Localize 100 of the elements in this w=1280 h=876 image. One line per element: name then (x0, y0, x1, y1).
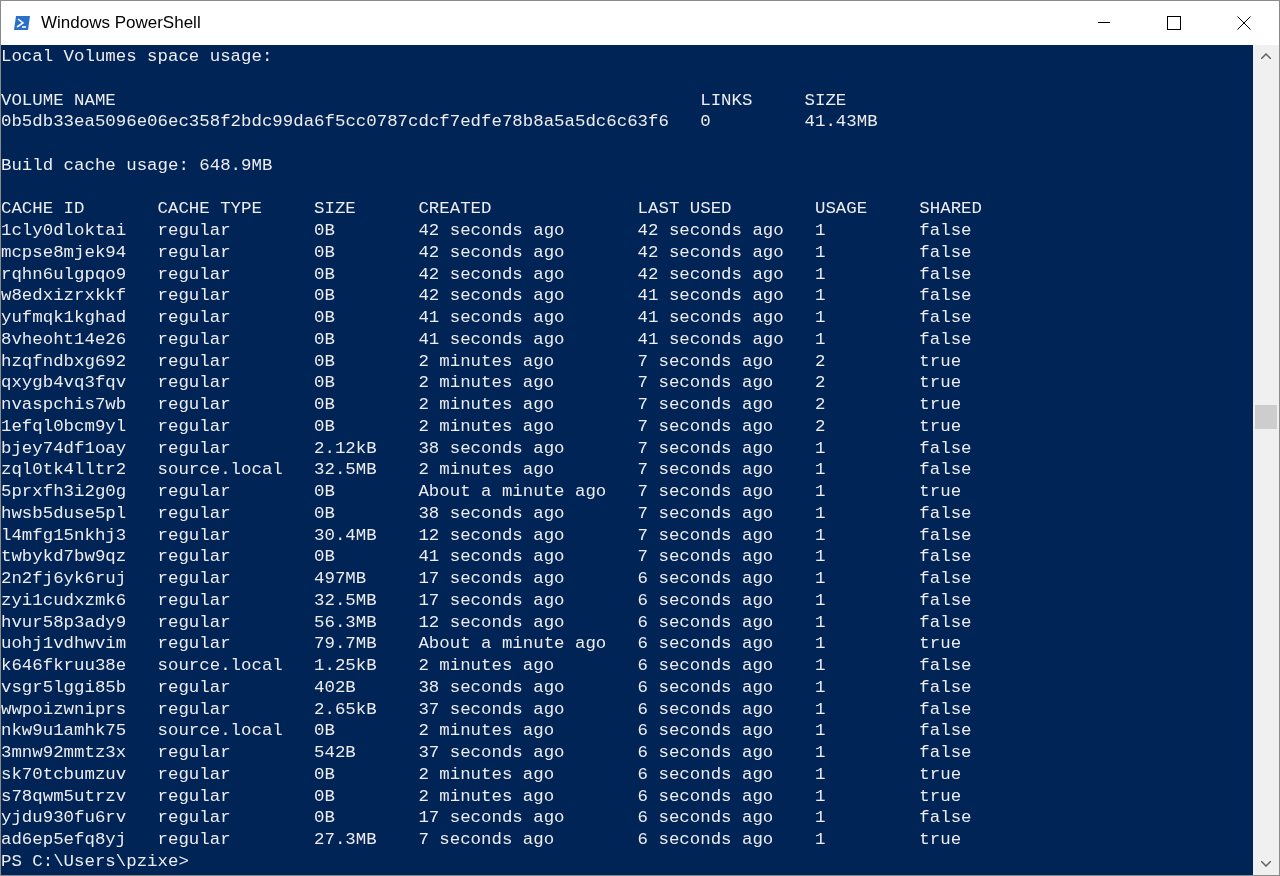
shared-cell-text: true (919, 785, 963, 808)
created-cell-text: 37 seconds ago (418, 742, 566, 764)
shared-cell-text: false (919, 568, 973, 590)
last-used-cell-text: 6 seconds ago (637, 676, 775, 699)
shared-cell-text: false (919, 241, 973, 264)
cache-type-cell-text: regular (157, 502, 232, 525)
last-used-cell-text: 7 seconds ago (637, 524, 775, 547)
size-cell-text: 2.12kB (314, 437, 378, 460)
size-cell-text: 56.3MB (314, 611, 378, 634)
created-cell-text: 42 seconds ago (418, 285, 566, 307)
volume-links-cell-text: 0 (700, 111, 712, 133)
size-cell-text: 0B (314, 546, 336, 568)
cache-type-cell-text: regular (157, 785, 232, 808)
usage-cell-text: 1 (815, 633, 827, 655)
shared-cell-text: false (919, 655, 973, 677)
cache-type-cell-text: regular (157, 263, 232, 286)
cache-id-cell-text: nvaspchis7wb (1, 394, 128, 416)
cache-type-cell-text: regular (157, 415, 232, 438)
usage-cell-text: 1 (815, 568, 827, 590)
size-cell-text: 0B (314, 720, 336, 742)
usage-cell-text: 1 (815, 829, 827, 851)
usage-cell-text: 1 (815, 720, 827, 742)
scrollbar-thumb[interactable] (1255, 405, 1277, 429)
size-cell-text: 0B (314, 263, 336, 286)
cache-type-cell-text: source.local (157, 655, 284, 677)
created-cell-text: 41 seconds ago (418, 328, 566, 351)
column-header: SIZE (314, 198, 357, 220)
shared-cell-text: false (919, 524, 973, 547)
volume-size-cell-text: 41.43MB (804, 111, 879, 133)
shared-cell-text: false (919, 720, 973, 742)
cache-id-cell-text: 5prxfh3i2g0g (1, 481, 128, 503)
scroll-up-icon[interactable] (1261, 53, 1271, 59)
usage-cell-text: 2 (815, 415, 827, 438)
size-cell-text: 32.5MB (314, 589, 378, 612)
shared-cell-text: true (919, 763, 963, 786)
prompt-line[interactable]: PS C:\Users\pzixe> (1, 850, 189, 873)
created-cell-text: 42 seconds ago (418, 241, 566, 264)
usage-cell-text: 1 (815, 785, 827, 808)
last-used-cell-text: 42 seconds ago (637, 220, 785, 242)
cache-id-cell-text: 3mnw92mmtz3x (1, 742, 128, 764)
shared-cell-text: false (919, 459, 973, 481)
shared-cell-text: false (919, 437, 973, 460)
usage-cell-text: 1 (815, 437, 827, 460)
created-cell-text: 2 minutes ago (418, 720, 556, 742)
shared-cell-text: false (919, 285, 973, 307)
last-used-cell-text: 6 seconds ago (637, 829, 775, 851)
created-cell-text: 41 seconds ago (418, 546, 566, 568)
size-cell-text: 1.25kB (314, 655, 378, 677)
usage-cell-text: 1 (815, 611, 827, 634)
shared-cell-text: false (919, 742, 973, 764)
size-cell-text: 0B (314, 328, 336, 351)
created-cell-text: 2 minutes ago (418, 763, 556, 786)
cache-id-cell-text: hzqfndbxg692 (1, 350, 128, 373)
created-cell-text: 42 seconds ago (418, 263, 566, 286)
cache-id-cell-text: 1efql0bcm9yl (1, 415, 128, 438)
scrollbar[interactable] (1253, 45, 1279, 875)
shared-cell-text: false (919, 220, 973, 242)
last-used-cell-text: 7 seconds ago (637, 459, 775, 481)
cache-id-cell-text: zyi1cudxzmk6 (1, 589, 128, 612)
last-used-cell-text: 6 seconds ago (637, 698, 775, 721)
size-cell-text: 402B (314, 676, 357, 699)
cache-id-cell-text: k646fkruu38e (1, 655, 128, 677)
minimize-icon (1098, 22, 1110, 24)
usage-cell-text: 2 (815, 394, 827, 416)
shared-cell-text: true (919, 829, 963, 851)
size-cell-text: 0B (314, 307, 336, 329)
usage-cell-text: 1 (815, 524, 827, 547)
cache-type-cell-text: regular (157, 328, 232, 351)
cache-type-cell-text: regular (157, 698, 232, 721)
cache-type-cell-text: regular (157, 350, 232, 373)
cache-type-cell-text: regular (157, 220, 232, 242)
size-cell-text: 0B (314, 285, 336, 307)
cache-id-cell-text: 1cly0dloktai (1, 220, 128, 242)
scroll-down-icon[interactable] (1261, 861, 1271, 867)
created-cell-text: 38 seconds ago (418, 676, 566, 699)
size-cell-text: 0B (314, 807, 336, 829)
cache-id-cell-text: sk70tcbumzuv (1, 763, 128, 786)
cache-type-cell-text: regular (157, 546, 232, 568)
created-cell-text: 17 seconds ago (418, 807, 566, 829)
shared-cell-text: false (919, 676, 973, 699)
cache-type-cell-text: source.local (157, 720, 284, 742)
size-cell-text: 0B (314, 241, 336, 264)
cache-id-cell-text: ad6ep5efq8yj (1, 829, 128, 851)
created-cell-text: 2 minutes ago (418, 785, 556, 808)
shared-cell-text: false (919, 807, 973, 829)
usage-cell-text: 1 (815, 241, 827, 264)
last-used-cell-text: 7 seconds ago (637, 415, 775, 438)
size-cell-text: 0B (314, 502, 336, 525)
usage-cell-text: 1 (815, 307, 827, 329)
last-used-cell-text: 6 seconds ago (637, 655, 775, 677)
size-cell-text: 542B (314, 742, 357, 764)
column-header: LINKS (700, 89, 754, 112)
cache-id-cell-text: bjey74df1oay (1, 437, 128, 460)
shared-cell-text: false (919, 546, 973, 568)
window-title: Windows PowerShell (41, 12, 201, 35)
last-used-cell-text: 41 seconds ago (637, 285, 785, 307)
cache-type-cell-text: regular (157, 437, 232, 460)
cache-id-cell-text: qxygb4vq3fqv (1, 372, 128, 394)
last-used-cell-text: 6 seconds ago (637, 807, 775, 829)
console-line: Build cache usage: 648.9MB (1, 154, 273, 177)
